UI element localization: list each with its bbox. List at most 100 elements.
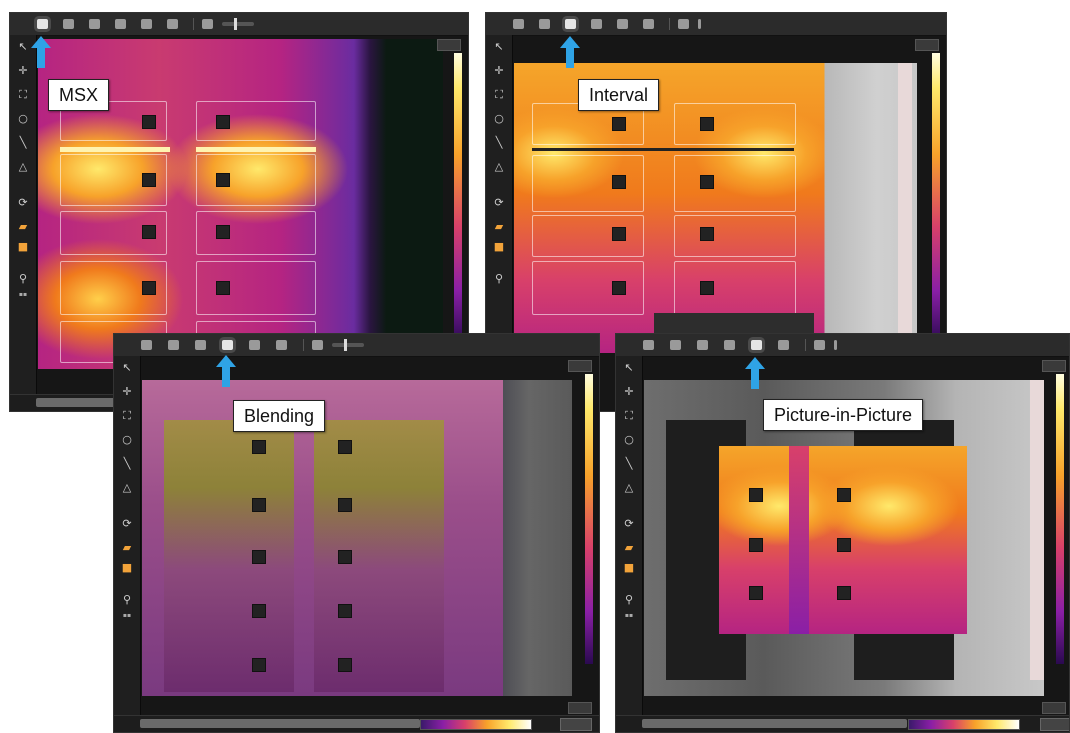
toolbar-separator [669, 18, 670, 30]
palette-icon[interactable]: ▰ [114, 542, 140, 554]
select-tool-icon[interactable]: ↖ [616, 362, 642, 374]
horizontal-scrollbar[interactable] [642, 719, 907, 728]
scale-min-label [568, 702, 592, 714]
breaker-switch [216, 115, 230, 129]
palette-range-bar[interactable] [908, 719, 1020, 730]
msx-mode-icon[interactable] [670, 340, 681, 350]
breaker-switch [252, 550, 266, 564]
thermal-mode-icon[interactable] [37, 19, 48, 29]
zoom-level-mark: ▪▪ [624, 612, 634, 619]
breaker [196, 101, 316, 141]
palette-icon[interactable]: ▰ [10, 221, 36, 233]
zoom-icon[interactable]: ⚲ [616, 594, 642, 606]
hot-busbar [196, 147, 316, 152]
pip-thermal-overlay [719, 446, 967, 634]
color-icon[interactable]: ■ [616, 562, 642, 574]
msx-mode-icon[interactable] [168, 340, 179, 350]
delta-tool-icon[interactable]: △ [486, 161, 512, 173]
box-tool-icon[interactable]: ⛶ [486, 89, 512, 101]
palette-icon[interactable]: ▰ [486, 221, 512, 233]
rotate-icon[interactable]: ⟳ [616, 518, 642, 530]
circle-tool-icon[interactable]: ○ [486, 113, 512, 125]
delta-tool-icon[interactable]: △ [10, 161, 36, 173]
msx-mode-icon[interactable] [539, 19, 550, 29]
settings-icon[interactable] [814, 340, 825, 350]
more-icon[interactable] [834, 340, 837, 350]
rotate-icon[interactable]: ⟳ [486, 197, 512, 209]
photo-mode-icon[interactable] [643, 19, 654, 29]
photo-mode-icon[interactable] [276, 340, 287, 350]
blending-mode-icon[interactable] [565, 19, 576, 29]
delta-tool-icon[interactable]: △ [616, 482, 642, 494]
spot-tool-icon[interactable]: ✛ [486, 65, 512, 77]
toolbar [616, 334, 1069, 357]
pip-separator [789, 446, 809, 634]
spot-tool-icon[interactable]: ✛ [114, 386, 140, 398]
settings-icon[interactable] [678, 19, 689, 29]
pip-mode-icon[interactable] [617, 19, 628, 29]
pip-mode-icon[interactable] [751, 340, 762, 350]
circle-tool-icon[interactable]: ○ [10, 113, 36, 125]
zoom-icon[interactable]: ⚲ [10, 273, 36, 285]
breaker-switch [142, 225, 156, 239]
breaker-switch [338, 498, 352, 512]
palette-icon[interactable]: ▰ [616, 542, 642, 554]
zoom-icon[interactable]: ⚲ [114, 594, 140, 606]
interval-mode-icon[interactable] [115, 19, 126, 29]
settings-icon[interactable] [312, 340, 323, 350]
photo-mode-icon[interactable] [167, 19, 178, 29]
thermal-mode-icon[interactable] [513, 19, 524, 29]
toolbar [10, 13, 468, 36]
auto-adjust-button[interactable] [560, 718, 592, 731]
danger-label [898, 63, 912, 343]
more-icon[interactable] [698, 19, 701, 29]
opacity-slider[interactable] [332, 339, 364, 351]
breaker-switch [749, 538, 763, 552]
color-icon[interactable]: ■ [10, 241, 36, 253]
select-tool-icon[interactable]: ↖ [114, 362, 140, 374]
breaker [196, 154, 316, 206]
toolbar-separator [805, 339, 806, 351]
color-icon[interactable]: ■ [114, 562, 140, 574]
pip-mode-icon[interactable] [141, 19, 152, 29]
scale-max-label [568, 360, 592, 372]
blending-mode-icon[interactable] [195, 340, 206, 350]
line-tool-icon[interactable]: ╲ [486, 137, 512, 149]
interval-mode-icon[interactable] [724, 340, 735, 350]
palette-range-bar[interactable] [420, 719, 532, 730]
rotate-icon[interactable]: ⟳ [114, 518, 140, 530]
interval-mode-icon[interactable] [591, 19, 602, 29]
line-tool-icon[interactable]: ╲ [616, 458, 642, 470]
interval-mode-icon[interactable] [222, 340, 233, 350]
line-tool-icon[interactable]: ╲ [114, 458, 140, 470]
color-icon[interactable]: ■ [486, 241, 512, 253]
box-tool-icon[interactable]: ⛶ [114, 410, 140, 422]
settings-icon[interactable] [202, 19, 213, 29]
delta-tool-icon[interactable]: △ [114, 482, 140, 494]
pip-mode-icon[interactable] [249, 340, 260, 350]
zoom-icon[interactable]: ⚲ [486, 273, 512, 285]
opacity-slider[interactable] [222, 18, 254, 30]
msx-mode-icon[interactable] [63, 19, 74, 29]
breaker [674, 215, 796, 257]
breaker-switch [142, 281, 156, 295]
photo-mode-icon[interactable] [778, 340, 789, 350]
blending-mode-icon[interactable] [697, 340, 708, 350]
breaker-switch [142, 173, 156, 187]
circle-tool-icon[interactable]: ○ [114, 434, 140, 446]
select-tool-icon[interactable]: ↖ [486, 41, 512, 53]
rotate-icon[interactable]: ⟳ [10, 197, 36, 209]
busbar [532, 148, 794, 151]
horizontal-scrollbar[interactable] [140, 719, 420, 728]
blending-mode-icon[interactable] [89, 19, 100, 29]
line-tool-icon[interactable]: ╲ [10, 137, 36, 149]
thermal-mode-icon[interactable] [141, 340, 152, 350]
auto-adjust-button[interactable] [1040, 718, 1069, 731]
thermal-mode-icon[interactable] [643, 340, 654, 350]
circle-tool-icon[interactable]: ○ [616, 434, 642, 446]
temperature-scale [932, 53, 940, 343]
thermal-image [514, 63, 917, 353]
box-tool-icon[interactable]: ⛶ [10, 89, 36, 101]
box-tool-icon[interactable]: ⛶ [616, 410, 642, 422]
spot-tool-icon[interactable]: ✛ [616, 386, 642, 398]
